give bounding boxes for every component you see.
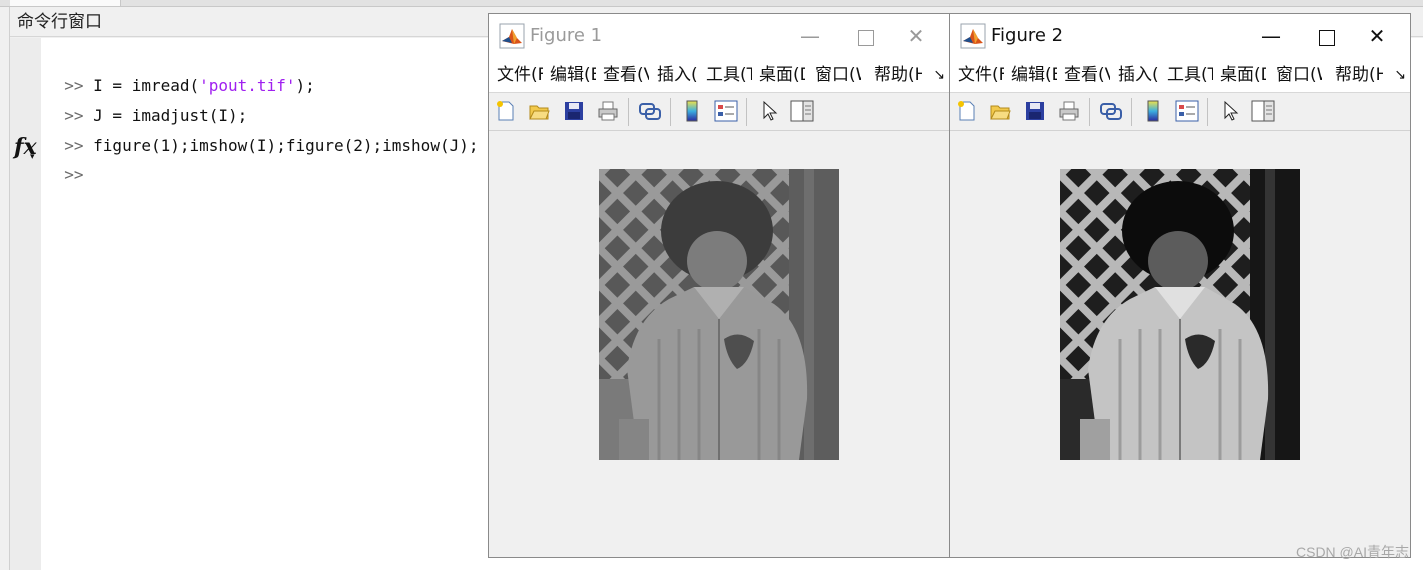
figure-toolbar: [950, 93, 1410, 131]
command-line: >> I = imread('pout.tif');: [64, 76, 315, 95]
menu-tools[interactable]: 工具(T): [706, 58, 752, 92]
new-figure-icon[interactable]: [493, 98, 519, 124]
image-display: [1060, 169, 1300, 460]
toolbar-separator: [746, 98, 747, 126]
command-line: >> J = imadjust(I);: [64, 106, 248, 125]
property-editor-icon[interactable]: [789, 98, 815, 124]
legend-icon[interactable]: [713, 98, 739, 124]
desktop-tab[interactable]: [10, 0, 121, 6]
menu-help[interactable]: 帮助(H): [1335, 58, 1383, 92]
toolbar-separator: [1089, 98, 1090, 126]
maximize-button[interactable]: [843, 14, 889, 58]
save-icon[interactable]: [561, 98, 587, 124]
toolbar-separator: [1207, 98, 1208, 126]
function-browser-icon[interactable]: fx ▾: [14, 134, 37, 162]
watermark: CSDN @AI青年志: [1296, 544, 1409, 560]
menu-desktop[interactable]: 桌面(D): [759, 58, 805, 92]
pointer-icon[interactable]: [757, 98, 783, 124]
command-input-line[interactable]: >>: [45, 133, 83, 184]
menu-view[interactable]: 查看(V): [1064, 58, 1110, 92]
link-plot-icon[interactable]: [637, 98, 663, 124]
maximize-icon: [1319, 29, 1335, 46]
colorbar-icon[interactable]: [1140, 98, 1166, 124]
figure-canvas: [489, 131, 949, 557]
open-file-icon[interactable]: [987, 98, 1013, 124]
save-icon[interactable]: [1022, 98, 1048, 124]
menu-desktop[interactable]: 桌面(D): [1220, 58, 1266, 92]
menu-overflow-icon[interactable]: ↘: [933, 58, 945, 92]
close-button[interactable]: ✕: [893, 14, 939, 58]
matlab-logo-icon: [960, 23, 986, 49]
toolbar-separator: [670, 98, 671, 126]
print-icon[interactable]: [1056, 98, 1082, 124]
figure-window-1[interactable]: Figure 1 — ✕ 文件(F) 编辑(E) 查看(V) 插入(I) 工具(…: [488, 13, 950, 558]
toolbar-separator: [1131, 98, 1132, 126]
print-icon[interactable]: [595, 98, 621, 124]
figure-canvas: [950, 131, 1410, 557]
property-editor-icon[interactable]: [1250, 98, 1276, 124]
menu-window[interactable]: 窗口(W): [1276, 58, 1322, 92]
prompt: >>: [64, 165, 84, 184]
open-file-icon[interactable]: [526, 98, 552, 124]
command-gutter: [10, 38, 41, 570]
minimize-button[interactable]: —: [1248, 14, 1294, 58]
figure-window-2[interactable]: Figure 2 — ✕ 文件(F) 编辑(E) 查看(V) 插入(I) 工具(…: [949, 13, 1411, 558]
menu-window[interactable]: 窗口(W): [815, 58, 861, 92]
title-bar[interactable]: Figure 1 — ✕: [489, 14, 949, 58]
menu-insert[interactable]: 插入(I): [657, 58, 699, 92]
window-title: Figure 1: [530, 25, 603, 46]
menu-edit[interactable]: 编辑(E): [1011, 58, 1057, 92]
menu-bar: 文件(F) 编辑(E) 查看(V) 插入(I) 工具(T) 桌面(D) 窗口(W…: [489, 58, 949, 93]
image-display: [599, 169, 839, 460]
left-panel-edge: [0, 7, 10, 570]
menu-insert[interactable]: 插入(I): [1118, 58, 1160, 92]
command-line: >> figure(1);imshow(I);figure(2);imshow(…: [64, 136, 479, 155]
menu-bar: 文件(F) 编辑(E) 查看(V) 插入(I) 工具(T) 桌面(D) 窗口(W…: [950, 58, 1410, 93]
maximize-button[interactable]: [1304, 14, 1350, 58]
title-bar[interactable]: Figure 2 — ✕: [950, 14, 1410, 58]
menu-help[interactable]: 帮助(H): [874, 58, 922, 92]
close-button[interactable]: ✕: [1354, 14, 1400, 58]
menu-file[interactable]: 文件(F): [497, 58, 543, 92]
maximize-icon: [858, 29, 874, 46]
menu-file[interactable]: 文件(F): [958, 58, 1004, 92]
menu-tools[interactable]: 工具(T): [1167, 58, 1213, 92]
window-title: Figure 2: [991, 25, 1064, 46]
link-plot-icon[interactable]: [1098, 98, 1124, 124]
menu-view[interactable]: 查看(V): [603, 58, 649, 92]
figure-toolbar: [489, 93, 949, 131]
matlab-logo-icon: [499, 23, 525, 49]
minimize-button[interactable]: —: [787, 14, 833, 58]
pointer-icon[interactable]: [1218, 98, 1244, 124]
menu-edit[interactable]: 编辑(E): [550, 58, 596, 92]
legend-icon[interactable]: [1174, 98, 1200, 124]
desktop-tabstrip: [0, 0, 1423, 7]
colorbar-icon[interactable]: [679, 98, 705, 124]
menu-overflow-icon[interactable]: ↘: [1394, 58, 1406, 92]
new-figure-icon[interactable]: [954, 98, 980, 124]
toolbar-separator: [628, 98, 629, 126]
